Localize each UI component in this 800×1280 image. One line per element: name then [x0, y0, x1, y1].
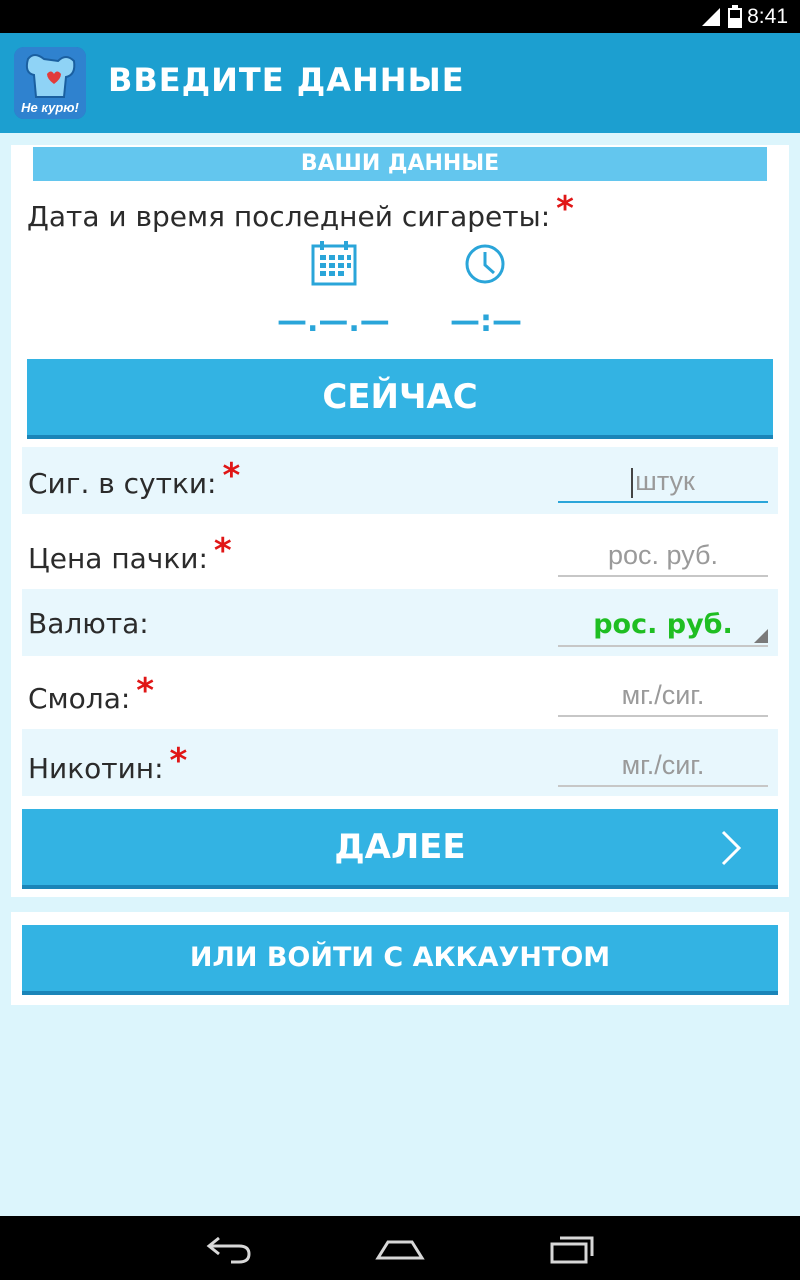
action-bar: Не курю! ВВЕДИТЕ ДАННЫЕ	[0, 33, 800, 133]
next-button-label: ДАЛЕЕ	[334, 827, 466, 867]
back-icon[interactable]	[205, 1228, 253, 1268]
signal-icon	[702, 8, 720, 26]
tar-label: Смола: *	[28, 671, 155, 715]
nicotine-label: Никотин: *	[28, 741, 188, 785]
time-value[interactable]: —:—	[450, 304, 522, 339]
required-mark: *	[213, 531, 232, 571]
calendar-icon[interactable]	[310, 240, 358, 286]
required-mark: *	[136, 671, 155, 711]
page-title: ВВЕДИТЕ ДАННЫЕ	[108, 61, 465, 99]
chevron-right-icon	[721, 830, 742, 866]
system-nav-bar	[0, 1216, 800, 1280]
cigs-per-day-input[interactable]: штук	[558, 461, 768, 503]
required-mark: *	[556, 189, 574, 229]
login-button-label: ИЛИ ВОЙТИ С АККАУНТОМ	[189, 942, 611, 973]
home-icon[interactable]	[374, 1228, 426, 1268]
currency-label: Валюта:	[28, 607, 149, 640]
last-cigarette-label: Дата и время последней сигареты: *	[27, 189, 574, 233]
pack-price-label: Цена пачки: *	[28, 531, 232, 575]
app-logo[interactable]: Не курю!	[14, 47, 86, 119]
required-mark: *	[169, 741, 188, 781]
cigs-per-day-label: Сиг. в сутки: *	[28, 456, 241, 500]
login-with-account-button[interactable]: ИЛИ ВОЙТИ С АККАУНТОМ	[22, 925, 778, 991]
clock-text: 8:41	[747, 5, 788, 28]
pack-price-input[interactable]: рос. руб.	[558, 535, 768, 577]
now-button-label: СЕЙЧАС	[322, 377, 478, 417]
battery-icon	[728, 5, 742, 28]
text-cursor	[631, 467, 634, 498]
logo-text: Не курю!	[21, 100, 79, 115]
nicotine-input[interactable]: мг./сиг.	[558, 745, 768, 787]
currency-select[interactable]: рос. руб.	[558, 605, 768, 647]
clock-icon[interactable]	[463, 242, 507, 286]
next-button[interactable]: ДАЛЕЕ	[22, 809, 778, 885]
dropdown-arrow-icon	[754, 629, 768, 643]
date-value[interactable]: —.—.—	[277, 304, 390, 339]
tar-input[interactable]: мг./сиг.	[558, 675, 768, 717]
status-bar: 8:41	[0, 0, 800, 33]
section-header: ВАШИ ДАННЫЕ	[33, 147, 767, 181]
now-button[interactable]: СЕЙЧАС	[27, 359, 773, 435]
recent-apps-icon[interactable]	[548, 1228, 596, 1268]
required-mark: *	[222, 456, 241, 496]
